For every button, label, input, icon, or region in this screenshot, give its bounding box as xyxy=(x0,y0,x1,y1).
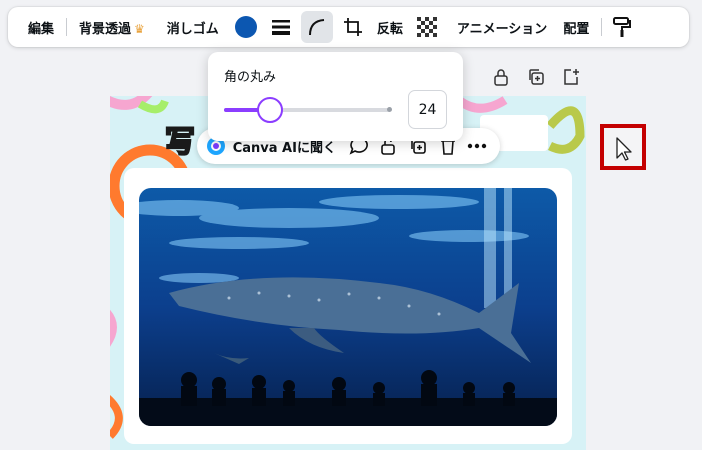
corner-radius-slider[interactable] xyxy=(224,97,392,123)
position-button[interactable]: 配置 xyxy=(555,18,597,37)
color-swatch-button[interactable] xyxy=(234,16,257,38)
page-actions xyxy=(490,66,582,88)
more-options-button[interactable] xyxy=(462,131,492,161)
photo-card xyxy=(124,168,572,444)
corner-rounding-button[interactable] xyxy=(300,11,333,43)
corner-radius-value[interactable]: 24 xyxy=(408,90,447,129)
cursor-highlight-box xyxy=(600,124,646,170)
line-weight-icon xyxy=(271,20,290,35)
toolbar-divider xyxy=(66,18,68,36)
eraser-button[interactable]: 消しゴム xyxy=(159,18,227,37)
line-weight-button[interactable] xyxy=(265,11,297,43)
slider-end-dot xyxy=(387,107,392,112)
slider-thumb[interactable] xyxy=(257,97,284,123)
aquarium-photo[interactable] xyxy=(139,188,557,426)
lock-icon xyxy=(494,69,508,86)
transparency-icon xyxy=(416,17,437,37)
bg-remove-button[interactable]: 背景透過 ♛ xyxy=(71,18,153,37)
transparency-button[interactable] xyxy=(411,11,443,43)
add-page-button[interactable] xyxy=(560,66,582,88)
editor-toolbar: 編集 背景透過 ♛ 消しゴム 反転 アニメーション 配置 xyxy=(8,7,689,47)
corner-rounding-icon xyxy=(308,19,324,36)
copy-style-button[interactable] xyxy=(606,11,638,43)
crown-icon: ♛ xyxy=(134,21,145,36)
popover-title: 角の丸み xyxy=(224,70,277,85)
toolbar-divider xyxy=(601,18,603,36)
edit-button[interactable]: 編集 xyxy=(20,18,62,37)
whale-shark-image xyxy=(139,188,557,426)
bg-remove-label: 背景透過 xyxy=(79,21,132,37)
duplicate-page-icon xyxy=(529,69,544,85)
flip-button[interactable]: 反転 xyxy=(369,18,411,37)
duplicate-page-button[interactable] xyxy=(525,66,547,88)
add-page-icon xyxy=(564,69,579,85)
paint-roller-icon xyxy=(613,17,632,37)
animate-button[interactable]: アニメーション xyxy=(449,18,555,37)
mouse-pointer-icon xyxy=(616,137,632,161)
more-icon xyxy=(468,143,487,149)
crop-button[interactable] xyxy=(337,11,369,43)
corner-rounding-popover: 角の丸み 24 xyxy=(208,52,463,141)
crop-icon xyxy=(343,18,362,36)
lock-page-button[interactable] xyxy=(490,66,512,88)
page-title-glyph[interactable]: 写 xyxy=(164,117,196,161)
